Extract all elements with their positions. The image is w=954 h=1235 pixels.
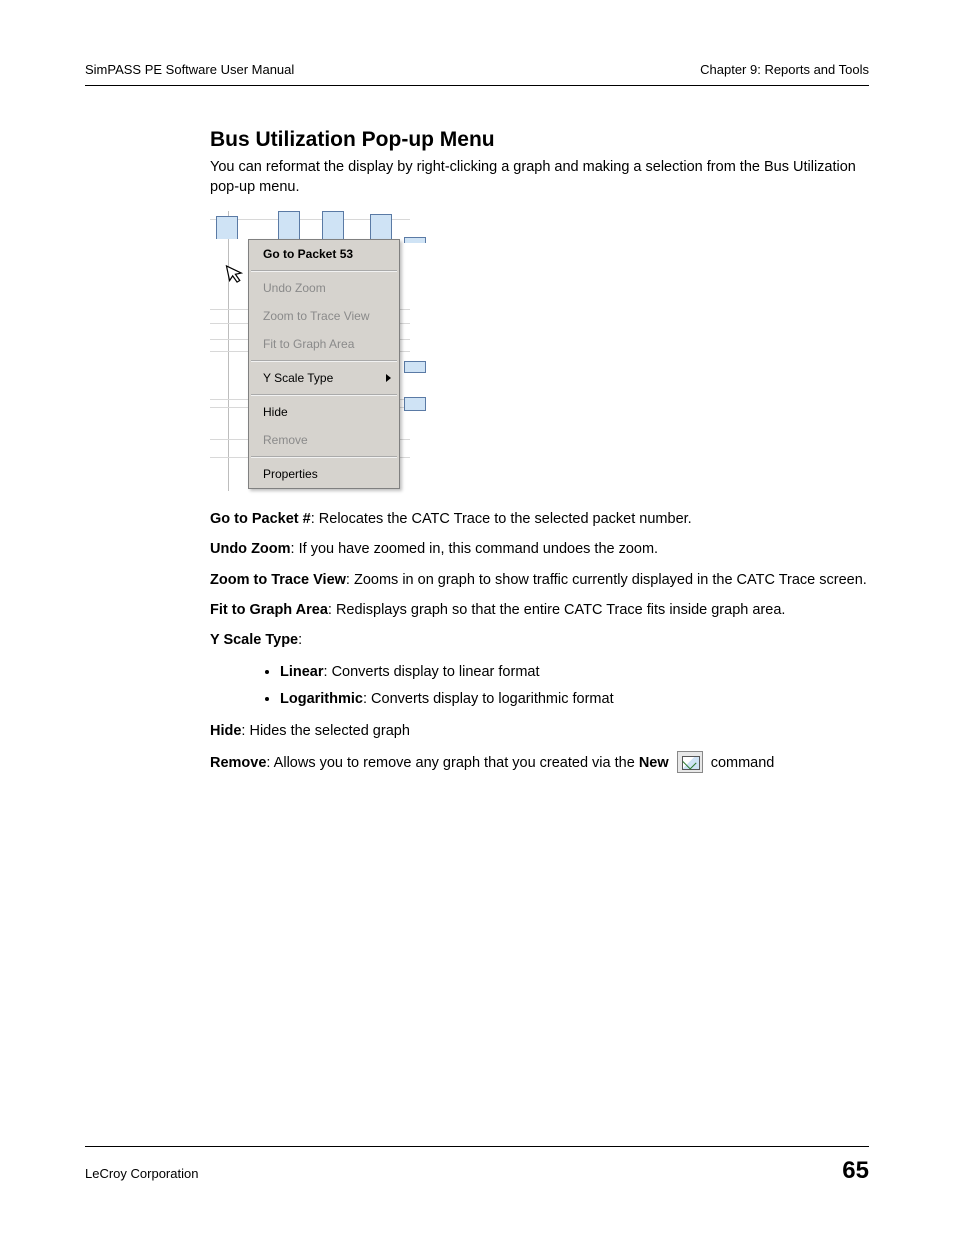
bullet-linear-label: Linear bbox=[280, 664, 324, 680]
def-remove-text-post: command bbox=[711, 755, 775, 771]
menu-hide[interactable]: Hide bbox=[249, 398, 399, 426]
page-number: 65 bbox=[842, 1157, 869, 1185]
def-undo: Undo Zoom: If you have zoomed in, this c… bbox=[210, 539, 869, 559]
bullet-linear: Linear: Converts display to linear forma… bbox=[280, 661, 869, 684]
menu-properties[interactable]: Properties bbox=[249, 460, 399, 488]
menu-separator bbox=[251, 394, 397, 396]
def-goto: Go to Packet #: Relocates the CATC Trace… bbox=[210, 509, 869, 529]
def-goto-text: : Relocates the CATC Trace to the select… bbox=[311, 511, 692, 527]
page-header: SimPASS PE Software User Manual Chapter … bbox=[85, 62, 869, 86]
menu-y-scale-type[interactable]: Y Scale Type bbox=[249, 364, 399, 392]
def-remove-new: New bbox=[639, 755, 669, 771]
menu-zoom-to-trace[interactable]: Zoom to Trace View bbox=[249, 302, 399, 330]
def-fit: Fit to Graph Area: Redisplays graph so t… bbox=[210, 600, 869, 620]
def-hide: Hide: Hides the selected graph bbox=[210, 721, 869, 741]
def-yscale-label: Y Scale Type bbox=[210, 632, 298, 648]
def-zoom: Zoom to Trace View: Zooms in on graph to… bbox=[210, 570, 869, 590]
def-hide-label: Hide bbox=[210, 723, 241, 739]
bullet-log-text: : Converts display to logarithmic format bbox=[363, 691, 614, 707]
def-zoom-text: : Zooms in on graph to show traffic curr… bbox=[346, 572, 867, 588]
def-fit-label: Fit to Graph Area bbox=[210, 602, 328, 618]
def-fit-text: : Redisplays graph so that the entire CA… bbox=[328, 602, 786, 618]
menu-fit-to-graph[interactable]: Fit to Graph Area bbox=[249, 330, 399, 358]
def-goto-label: Go to Packet # bbox=[210, 511, 311, 527]
def-zoom-label: Zoom to Trace View bbox=[210, 572, 346, 588]
menu-y-scale-label: Y Scale Type bbox=[263, 371, 333, 385]
def-remove: Remove: Allows you to remove any graph t… bbox=[210, 751, 869, 773]
header-left: SimPASS PE Software User Manual bbox=[85, 62, 294, 77]
header-right: Chapter 9: Reports and Tools bbox=[700, 62, 869, 77]
menu-separator bbox=[251, 360, 397, 362]
menu-separator bbox=[251, 270, 397, 272]
section-intro: You can reformat the display by right-cl… bbox=[210, 158, 869, 197]
menu-undo-zoom[interactable]: Undo Zoom bbox=[249, 274, 399, 302]
definitions: Go to Packet #: Relocates the CATC Trace… bbox=[210, 509, 869, 773]
def-remove-label: Remove bbox=[210, 755, 266, 771]
page-footer: LeCroy Corporation 65 bbox=[85, 1146, 869, 1185]
submenu-arrow-icon bbox=[386, 374, 391, 382]
menu-separator bbox=[251, 456, 397, 458]
def-yscale: Y Scale Type: bbox=[210, 630, 869, 650]
def-undo-text: : If you have zoomed in, this command un… bbox=[291, 541, 659, 557]
menu-go-to-packet[interactable]: Go to Packet 53 bbox=[249, 240, 399, 268]
def-hide-text: : Hides the selected graph bbox=[241, 723, 409, 739]
def-remove-text-pre: : Allows you to remove any graph that yo… bbox=[266, 755, 638, 771]
bullet-logarithmic: Logarithmic: Converts display to logarit… bbox=[280, 688, 869, 711]
menu-remove[interactable]: Remove bbox=[249, 426, 399, 454]
context-menu: Go to Packet 53 Undo Zoom Zoom to Trace … bbox=[248, 239, 400, 489]
yscale-bullets: Linear: Converts display to linear forma… bbox=[210, 661, 869, 711]
footer-company: LeCroy Corporation bbox=[85, 1166, 198, 1181]
bullet-log-label: Logarithmic bbox=[280, 691, 363, 707]
popup-menu-figure: Go to Packet 53 Undo Zoom Zoom to Trace … bbox=[210, 211, 410, 491]
new-graph-icon bbox=[677, 751, 703, 773]
content-area: Bus Utilization Pop-up Menu You can refo… bbox=[210, 128, 869, 774]
bullet-linear-text: : Converts display to linear format bbox=[324, 664, 540, 680]
section-title: Bus Utilization Pop-up Menu bbox=[210, 128, 869, 152]
def-yscale-colon: : bbox=[298, 632, 302, 648]
def-undo-label: Undo Zoom bbox=[210, 541, 291, 557]
